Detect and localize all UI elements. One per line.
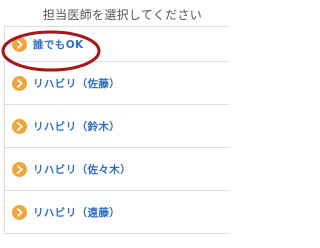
chevron-right-icon xyxy=(12,36,27,52)
doctor-list: 誰でもOK リハビリ（佐藤） リハビリ（鈴木） リハビリ（佐々木） リハビリ（遠 xyxy=(4,26,229,234)
list-item-rehab-suzuki[interactable]: リハビリ（鈴木） xyxy=(5,105,229,148)
list-item-label: リハビリ（佐々木） xyxy=(33,163,132,176)
list-item-label: 誰でもOK xyxy=(33,38,84,51)
chevron-right-icon xyxy=(12,204,27,220)
list-item-rehab-sato[interactable]: リハビリ（佐藤） xyxy=(5,62,229,105)
list-item-label: リハビリ（遠藤） xyxy=(33,206,121,219)
chevron-right-icon xyxy=(12,75,27,91)
page-title: 担当医師を選択してください xyxy=(42,8,202,22)
page: 担当医師を選択してください 誰でもOK リハビリ（佐藤） リハビリ（鈴木） リハ… xyxy=(0,0,229,248)
chevron-right-icon xyxy=(12,118,27,134)
list-item-rehab-endo[interactable]: リハビリ（遠藤） xyxy=(5,191,229,234)
list-item-label: リハビリ（佐藤） xyxy=(33,77,121,90)
list-item-anyone[interactable]: 誰でもOK xyxy=(5,27,229,62)
chevron-right-icon xyxy=(12,161,27,177)
list-item-rehab-sasaki[interactable]: リハビリ（佐々木） xyxy=(5,148,229,191)
list-item-label: リハビリ（鈴木） xyxy=(33,120,121,133)
